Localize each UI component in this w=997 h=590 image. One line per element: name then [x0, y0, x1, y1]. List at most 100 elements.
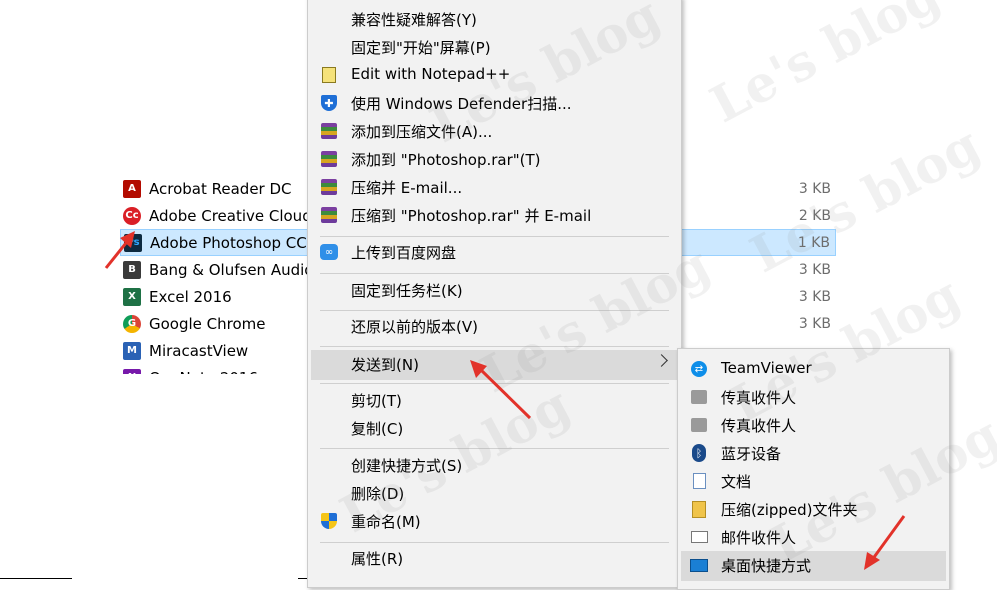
file-size: 2 KB [798, 207, 831, 224]
file-name: MiracastView [149, 341, 249, 360]
fax-icon [690, 416, 708, 434]
miracast-icon: M [123, 341, 141, 360]
menu-item-label: 上传到百度网盘 [351, 244, 457, 262]
send-to-teamviewer[interactable]: ⇄ TeamViewer [681, 355, 946, 383]
menu-item-copy[interactable]: 复制(C) [311, 414, 678, 442]
send-to-fax-recipient-2[interactable]: 传真收件人 [681, 411, 946, 439]
excel-icon: X [123, 287, 141, 306]
menu-item-send-to[interactable]: 发送到(N) [311, 350, 678, 380]
menu-item-pin-taskbar[interactable]: 固定到任务栏(K) [311, 276, 678, 304]
file-name: Excel 2016 [149, 287, 232, 306]
send-to-fax-recipient[interactable]: 传真收件人 [681, 383, 946, 411]
send-to-mail-recipient[interactable]: 邮件收件人 [681, 523, 946, 551]
send-to-zip-folder[interactable]: 压缩(zipped)文件夹 [681, 495, 946, 523]
menu-item-pin-start[interactable]: 固定到"开始"屏幕(P) [311, 33, 678, 61]
fax-icon [690, 388, 708, 406]
menu-item-label: 邮件收件人 [721, 529, 797, 547]
chevron-right-icon [655, 354, 668, 367]
send-to-documents[interactable]: 文档 [681, 467, 946, 495]
menu-item-label: 固定到任务栏(K) [351, 282, 463, 300]
menu-separator [320, 448, 669, 449]
menu-item-restore-versions[interactable]: 还原以前的版本(V) [311, 312, 678, 340]
send-to-submenu: ⇄ TeamViewer 传真收件人 传真收件人 ᛒ 蓝牙设备 文档 压缩(zi… [677, 348, 950, 590]
bluetooth-icon: ᛒ [690, 444, 708, 462]
file-name: Bang & Olufsen Audio [149, 260, 314, 279]
menu-separator [320, 273, 669, 274]
file-size: 1 KB [797, 234, 830, 251]
menu-item-add-archive[interactable]: 添加到压缩文件(A)... [311, 117, 678, 145]
menu-separator [320, 236, 669, 237]
file-size: 3 KB [798, 261, 831, 278]
menu-item-label: 还原以前的版本(V) [351, 318, 478, 336]
menu-item-cut[interactable]: 剪切(T) [311, 386, 678, 414]
menu-item-label: 压缩(zipped)文件夹 [721, 501, 858, 519]
menu-item-label: Edit with Notepad++ [351, 65, 511, 83]
mail-recipient-icon [690, 528, 708, 546]
menu-separator [320, 542, 669, 543]
menu-item-label: 发送到(N) [351, 356, 419, 374]
winrar-icon [320, 178, 338, 196]
photoshop-icon: Ps [124, 233, 142, 252]
chrome-icon: G [123, 314, 141, 333]
menu-item-add-photoshop-rar[interactable]: 添加到 "Photoshop.rar"(T) [311, 145, 678, 173]
menu-item-create-shortcut[interactable]: 创建快捷方式(S) [311, 451, 678, 479]
menu-item-compress-email[interactable]: 压缩并 E-mail... [311, 173, 678, 201]
menu-item-compress-rar-email[interactable]: 压缩到 "Photoshop.rar" 并 E-mail [311, 201, 678, 229]
file-name: Acrobat Reader DC [149, 179, 292, 198]
file-size: 3 KB [798, 315, 831, 332]
menu-item-label: 剪切(T) [351, 392, 402, 410]
menu-item-label: 固定到"开始"屏幕(P) [351, 39, 491, 57]
menu-item-label: TeamViewer [721, 359, 812, 377]
menu-item-label: 传真收件人 [721, 417, 797, 435]
menu-item-label: 属性(R) [351, 550, 404, 568]
winrar-icon [320, 150, 338, 168]
file-size: 3 KB [798, 288, 831, 305]
defender-shield-icon: ✚ [320, 94, 338, 112]
menu-item-defender-scan[interactable]: ✚ 使用 Windows Defender扫描... [311, 89, 678, 117]
documents-icon [690, 472, 708, 490]
menu-item-delete[interactable]: 删除(D) [311, 479, 678, 507]
menu-item-properties[interactable]: 属性(R) [311, 544, 678, 572]
menu-item-compat-troubleshoot[interactable]: 兼容性疑难解答(Y) [311, 5, 678, 33]
uac-shield-icon [320, 512, 338, 530]
divider [0, 578, 72, 579]
menu-item-rename[interactable]: 重命名(M) [311, 507, 678, 535]
menu-separator [320, 383, 669, 384]
acrobat-icon: A [123, 179, 141, 198]
menu-item-edit-notepad[interactable]: Edit with Notepad++ [311, 61, 678, 89]
menu-item-label: 压缩并 E-mail... [351, 179, 463, 197]
menu-item-label: 蓝牙设备 [721, 445, 782, 463]
baidu-cloud-icon: ∞ [320, 243, 338, 261]
file-name: Google Chrome [149, 314, 266, 333]
menu-separator [320, 346, 669, 347]
desktop-shortcut-icon [690, 556, 708, 574]
file-size: 3 KB [798, 180, 831, 197]
menu-item-label: 桌面快捷方式 [721, 557, 812, 575]
menu-separator [320, 310, 669, 311]
list-clip [0, 374, 310, 582]
menu-item-label: 文档 [721, 473, 752, 491]
send-to-bluetooth[interactable]: ᛒ 蓝牙设备 [681, 439, 946, 467]
menu-item-label: 删除(D) [351, 485, 405, 503]
menu-item-label: 传真收件人 [721, 389, 797, 407]
menu-item-label: 复制(C) [351, 420, 404, 438]
menu-item-label: 兼容性疑难解答(Y) [351, 11, 477, 29]
file-name: Adobe Creative Cloud [149, 206, 312, 225]
send-to-desktop-shortcut[interactable]: 桌面快捷方式 [681, 551, 946, 581]
file-name: Adobe Photoshop CC [150, 233, 307, 252]
menu-item-label: 重命名(M) [351, 513, 421, 531]
bang-olufsen-icon: B [123, 260, 141, 279]
winrar-icon [320, 206, 338, 224]
menu-item-label: 压缩到 "Photoshop.rar" 并 E-mail [351, 207, 592, 225]
menu-item-label: 添加到 "Photoshop.rar"(T) [351, 151, 541, 169]
context-menu: 兼容性疑难解答(Y) 固定到"开始"屏幕(P) Edit with Notepa… [307, 0, 682, 588]
menu-item-label: 添加到压缩文件(A)... [351, 123, 493, 141]
menu-item-label: 创建快捷方式(S) [351, 457, 463, 475]
menu-item-label: 使用 Windows Defender扫描... [351, 95, 572, 113]
creative-cloud-icon: Cc [123, 206, 141, 225]
zip-folder-icon [690, 500, 708, 518]
notepad-plus-icon [320, 66, 338, 84]
menu-item-baidu-upload[interactable]: ∞ 上传到百度网盘 [311, 238, 678, 266]
winrar-icon [320, 122, 338, 140]
teamviewer-icon: ⇄ [690, 360, 708, 378]
